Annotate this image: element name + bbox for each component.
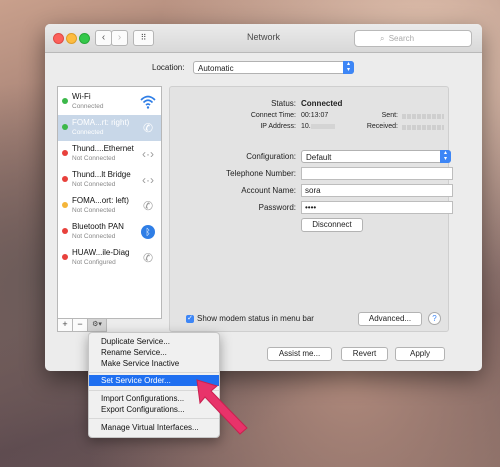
modem-status-checkbox[interactable]: ✓ — [186, 315, 194, 323]
details-panel: Status: Connected Connect Time: 00:13:07… — [169, 86, 453, 332]
pointer-arrow-icon — [196, 379, 248, 435]
password-label: Password: — [258, 203, 296, 212]
menu-item-duplicate-service[interactable]: Duplicate Service... — [89, 336, 219, 347]
service-status: Not Connected — [72, 155, 116, 162]
sent-meter — [402, 112, 444, 121]
status-label: Status: — [271, 99, 296, 108]
add-service-button[interactable]: + — [57, 318, 73, 332]
title-bar: ‹ › ⠿ Network ⌕ Search — [45, 24, 482, 53]
wifi-icon — [139, 93, 157, 111]
account-name-label: Account Name: — [241, 186, 296, 195]
service-list[interactable]: Wi-Fi Connected FOMA...rt: right) Connec… — [57, 86, 162, 319]
service-list-toolbar: + − ⚙▾ — [57, 318, 160, 332]
telephone-label: Telephone Number: — [226, 169, 296, 178]
search-placeholder: Search — [388, 34, 415, 43]
status-dot-red — [62, 254, 68, 260]
service-item-bluetooth-pan[interactable]: Bluetooth PAN Not Connected ᛒ — [58, 219, 161, 245]
service-status: Connected — [72, 103, 104, 110]
menu-item-make-service-inactive[interactable]: Make Service Inactive — [89, 358, 219, 369]
phone-icon: ✆ — [142, 199, 154, 213]
ip-address-label: IP Address: — [260, 123, 296, 130]
gear-menu-button[interactable]: ⚙▾ — [87, 318, 107, 332]
phone-icon: ✆ — [142, 121, 154, 135]
received-meter — [402, 123, 444, 132]
status-dot-red — [62, 176, 68, 182]
service-name: Wi-Fi — [72, 92, 91, 101]
service-name: Thund....Ethernet — [72, 144, 134, 153]
checkmark-icon: ✓ — [187, 315, 193, 322]
phone-icon: ✆ — [142, 251, 154, 265]
connect-time-value: 00:13:07 — [301, 112, 329, 119]
service-item-foma-right[interactable]: FOMA...rt: right) Connected ✆ — [58, 115, 161, 141]
gear-icon: ⚙▾ — [92, 321, 102, 328]
help-button[interactable]: ? — [428, 312, 441, 325]
configuration-popup[interactable]: Default ▴ ▾ — [301, 150, 451, 163]
configuration-value: Default — [306, 153, 332, 162]
service-item-thunderbolt-bridge[interactable]: Thund...lt Bridge Not Connected ‹·› — [58, 167, 161, 193]
search-input[interactable]: ⌕ Search — [354, 30, 472, 47]
location-label: Location: — [152, 63, 185, 72]
location-popup[interactable]: Automatic ▴ ▾ — [193, 61, 354, 74]
service-item-huawei[interactable]: HUAW...ile-Diag Not Configured ✆ — [58, 245, 161, 271]
assist-me-button[interactable]: Assist me... — [267, 347, 332, 361]
status-dot-green — [62, 98, 68, 104]
configuration-label: Configuration: — [246, 152, 296, 161]
location-value: Automatic — [198, 64, 234, 73]
menu-item-rename-service[interactable]: Rename Service... — [89, 347, 219, 358]
service-status: Not Connected — [72, 181, 116, 188]
remove-service-button[interactable]: − — [72, 318, 88, 332]
service-name: FOMA...rt: right) — [72, 118, 130, 127]
network-window: ‹ › ⠿ Network ⌕ Search Location: Automat… — [45, 24, 482, 371]
service-status: Not Connected — [72, 207, 116, 214]
account-name-field[interactable]: sora — [301, 184, 453, 197]
search-icon: ⌕ — [380, 34, 385, 43]
password-field[interactable]: •••• — [301, 201, 453, 214]
ethernet-icon: ‹·› — [142, 147, 154, 161]
bluetooth-icon: ᛒ — [141, 225, 155, 239]
service-item-wifi[interactable]: Wi-Fi Connected — [58, 89, 161, 115]
revert-button[interactable]: Revert — [341, 347, 388, 361]
status-dot-green — [62, 124, 68, 130]
service-item-thunderbolt-ethernet[interactable]: Thund....Ethernet Not Connected ‹·› — [58, 141, 161, 167]
connect-time-label: Connect Time: — [250, 112, 296, 119]
status-dot-yellow — [62, 202, 68, 208]
updown-arrows-icon: ▴ ▾ — [343, 61, 354, 74]
service-name: HUAW...ile-Diag — [72, 248, 130, 257]
service-status: Not Configured — [72, 259, 116, 266]
modem-status-label: Show modem status in menu bar — [197, 314, 314, 323]
apply-button[interactable]: Apply — [395, 347, 445, 361]
received-label: Received: — [366, 123, 398, 130]
service-status: Connected — [72, 129, 104, 136]
updown-arrows-icon: ▴ ▾ — [440, 150, 451, 163]
status-value: Connected — [301, 99, 343, 108]
telephone-field[interactable] — [301, 167, 453, 180]
service-name: Bluetooth PAN — [72, 222, 124, 231]
ethernet-icon: ‹·› — [142, 173, 154, 187]
advanced-button[interactable]: Advanced... — [358, 312, 422, 326]
sent-label: Sent: — [381, 112, 398, 119]
service-name: FOMA...ort: left) — [72, 196, 129, 205]
status-dot-red — [62, 150, 68, 156]
ip-address-value: 10. — [301, 123, 335, 130]
status-dot-red — [62, 228, 68, 234]
service-status: Not Connected — [72, 233, 116, 240]
menu-separator — [89, 372, 219, 373]
service-item-foma-left[interactable]: FOMA...ort: left) Not Connected ✆ — [58, 193, 161, 219]
service-name: Thund...lt Bridge — [72, 170, 131, 179]
disconnect-button[interactable]: Disconnect — [301, 218, 363, 232]
